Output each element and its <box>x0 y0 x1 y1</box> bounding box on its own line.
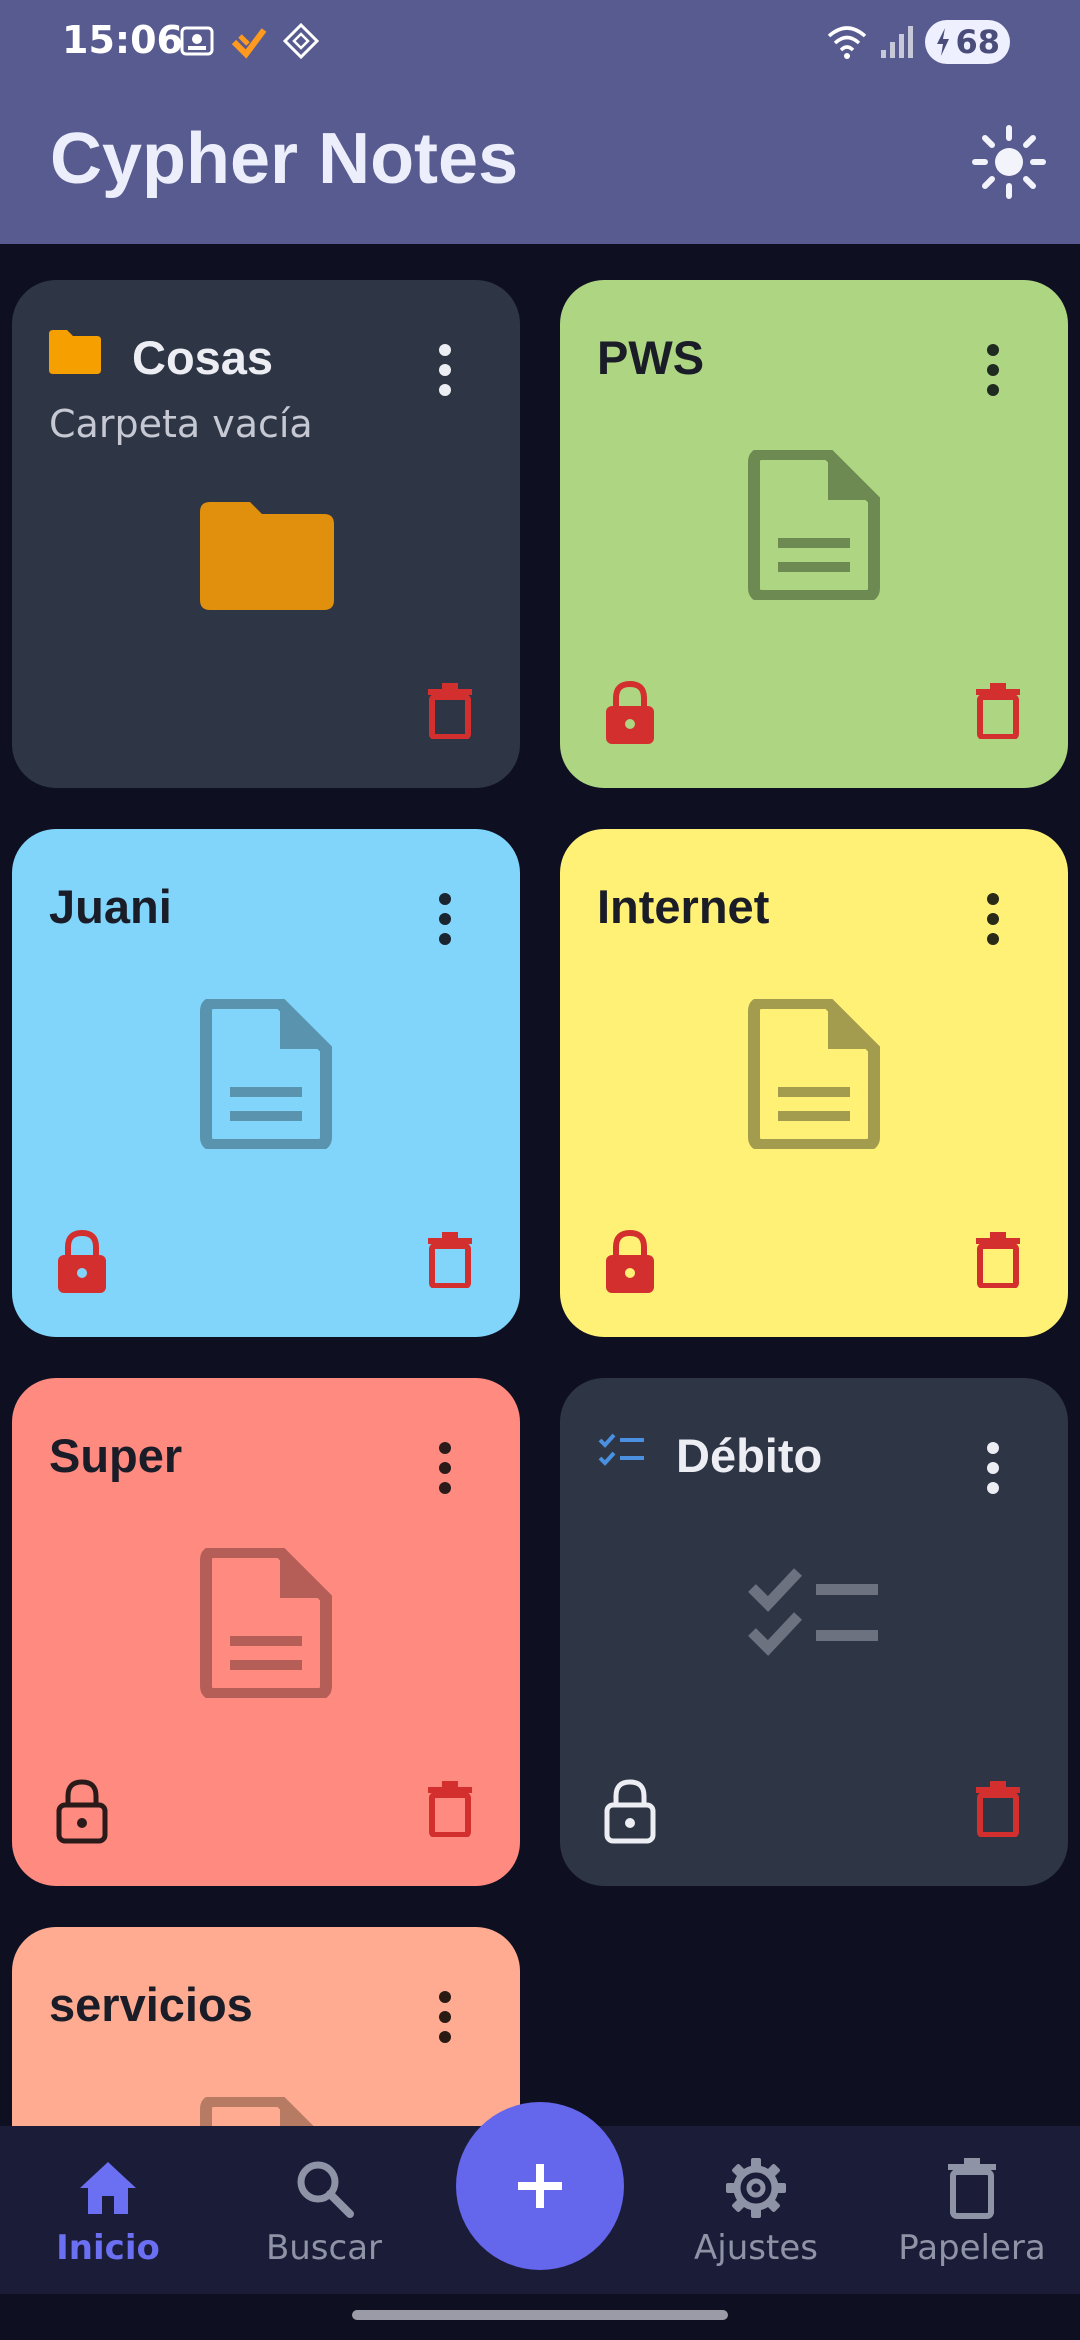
trash-icon[interactable] <box>974 683 1022 739</box>
more-options-icon[interactable] <box>968 1438 1018 1498</box>
lock-open-icon[interactable] <box>602 1778 658 1844</box>
document-icon <box>200 1548 332 1698</box>
wifi-icon <box>828 26 867 59</box>
nav-settings[interactable]: Ajustes <box>656 2126 856 2294</box>
app-bar: 15:06 68 Cypher Notes <box>0 0 1080 244</box>
more-options-icon[interactable] <box>968 889 1018 949</box>
nav-trash-label: Papelera <box>898 2228 1046 2268</box>
checklist-icon <box>598 1433 644 1466</box>
document-icon <box>748 999 880 1149</box>
document-icon <box>748 450 880 600</box>
note-card-servicios[interactable]: servicios <box>12 1927 520 2126</box>
nav-search-label: Buscar <box>265 2228 383 2268</box>
lock-closed-icon[interactable] <box>602 1229 658 1295</box>
plus-icon <box>518 2164 562 2208</box>
navigation-icon <box>282 22 320 60</box>
more-options-icon[interactable] <box>420 1987 470 2047</box>
app-title: Cypher Notes <box>50 119 519 199</box>
card-title: servicios <box>49 1978 253 2031</box>
document-icon <box>200 999 332 1149</box>
trash-icon[interactable] <box>974 1232 1022 1288</box>
folder-card-cosas[interactable]: Cosas Carpeta vacía <box>12 280 520 788</box>
trash-icon <box>948 2158 996 2219</box>
checklist-card-debito[interactable]: Débito <box>560 1378 1068 1886</box>
battery-indicator: 68 <box>925 20 1010 64</box>
card-subtitle: Carpeta vacía <box>49 402 313 446</box>
note-card-internet[interactable]: Internet <box>560 829 1068 1337</box>
folder-large-icon <box>200 502 334 610</box>
add-note-button[interactable] <box>456 2102 624 2270</box>
more-options-icon[interactable] <box>968 340 1018 400</box>
note-card-super[interactable]: Super <box>12 1378 520 1886</box>
sun-icon <box>972 125 1046 199</box>
charging-icon <box>937 28 950 56</box>
lock-closed-icon[interactable] <box>602 680 658 746</box>
folder-icon <box>49 330 101 374</box>
more-options-icon[interactable] <box>420 889 470 949</box>
theme-toggle-button[interactable] <box>972 125 1046 199</box>
more-options-icon[interactable] <box>420 1438 470 1498</box>
status-time: 15:06 <box>62 18 183 62</box>
app-logo-icon <box>230 22 268 60</box>
status-notification-icons <box>178 22 320 60</box>
trash-icon[interactable] <box>426 1781 474 1837</box>
note-card-juani[interactable]: Juani <box>12 829 520 1337</box>
home-icon <box>80 2162 136 2214</box>
screenshot-icon <box>178 22 216 60</box>
status-right: 68 <box>825 20 1010 64</box>
nav-search[interactable]: Buscar <box>224 2126 424 2294</box>
note-card-pws[interactable]: PWS <box>560 280 1068 788</box>
trash-icon[interactable] <box>426 1232 474 1288</box>
card-title: PWS <box>597 331 705 384</box>
nav-trash[interactable]: Papelera <box>872 2126 1072 2294</box>
nav-home-label: Inicio <box>56 2228 160 2268</box>
signal-icon <box>881 26 914 58</box>
gesture-handle[interactable] <box>352 2310 728 2320</box>
checklist-large-icon <box>748 1568 878 1656</box>
card-title: Internet <box>597 880 770 933</box>
nav-settings-label: Ajustes <box>694 2228 818 2268</box>
nav-home[interactable]: Inicio <box>8 2126 208 2294</box>
search-icon <box>297 2161 354 2218</box>
lock-open-icon[interactable] <box>54 1778 110 1844</box>
card-title: Débito <box>676 1429 823 1482</box>
document-icon <box>200 2097 314 2126</box>
more-options-icon[interactable] <box>420 340 470 400</box>
card-title: Juani <box>49 880 172 933</box>
card-title: Super <box>49 1429 183 1482</box>
card-title: Cosas <box>132 331 274 384</box>
battery-level: 68 <box>955 23 1000 61</box>
trash-icon[interactable] <box>974 1781 1022 1837</box>
trash-icon[interactable] <box>426 683 474 739</box>
lock-closed-icon[interactable] <box>54 1229 110 1295</box>
gear-icon <box>726 2158 786 2218</box>
status-bar: 15:06 68 <box>0 0 1080 84</box>
